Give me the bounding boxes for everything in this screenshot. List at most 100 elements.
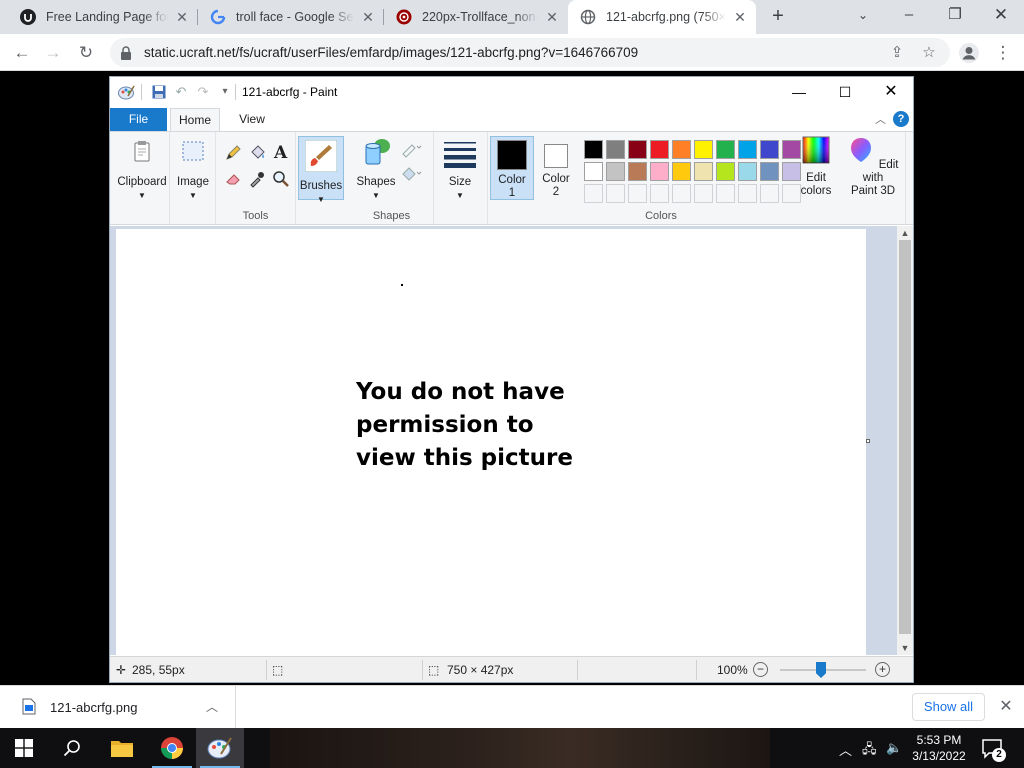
close-shelf-icon[interactable]: ✕ — [996, 697, 1016, 717]
tab-home[interactable]: Home — [170, 108, 220, 131]
palette-swatch[interactable] — [628, 162, 647, 181]
drawing-canvas[interactable]: You do not have permission to view this … — [116, 229, 866, 656]
redo-icon[interactable]: ↷ — [195, 84, 211, 100]
palette-swatch[interactable] — [760, 162, 779, 181]
address-bar[interactable]: static.ucraft.net/fs/ucraft/userFiles/em… — [110, 38, 950, 67]
palette-swatch[interactable] — [716, 162, 735, 181]
palette-custom-slot[interactable] — [738, 184, 757, 203]
tab-file[interactable]: File — [110, 108, 167, 131]
profile-avatar-icon[interactable] — [958, 42, 980, 64]
palette-custom-slot[interactable] — [628, 184, 647, 203]
palette-swatch[interactable] — [584, 140, 603, 159]
palette-custom-slot[interactable] — [694, 184, 713, 203]
magnifier-icon[interactable] — [272, 170, 290, 188]
forward-arrow-icon[interactable]: → — [40, 40, 66, 66]
tab-trollface-wiki[interactable]: 220px-Trollface_non-fre ✕ — [384, 0, 568, 34]
tab-121-abcrfg[interactable]: 121-abcrfg.png (750×4 ✕ — [568, 0, 756, 34]
file-explorer-button[interactable] — [98, 728, 146, 768]
customize-qa-chevron-icon[interactable]: ▾ — [217, 84, 233, 100]
canvas-resize-handle[interactable] — [866, 439, 870, 443]
palette-swatch[interactable] — [672, 140, 691, 159]
tab-close-icon[interactable]: ✕ — [732, 9, 748, 25]
download-menu-chevron-icon[interactable]: ︿ — [206, 698, 218, 715]
shapes-button[interactable]: Shapes ▼ — [354, 136, 398, 202]
palette-swatch[interactable] — [606, 140, 625, 159]
palette-custom-slot[interactable] — [650, 184, 669, 203]
tab-view[interactable]: View — [228, 108, 276, 131]
undo-icon[interactable]: ↶ — [173, 84, 189, 100]
edit-colors-button[interactable]: Edit colors — [798, 136, 834, 198]
palette-swatch[interactable] — [694, 140, 713, 159]
scroll-thumb[interactable] — [899, 240, 911, 634]
pencil-icon[interactable] — [224, 144, 242, 162]
palette-swatch[interactable] — [694, 162, 713, 181]
paint-minimize-icon[interactable]: — — [776, 77, 822, 107]
zoom-out-icon[interactable]: − — [753, 662, 768, 677]
network-icon[interactable]: 🖧 — [862, 740, 877, 762]
browser-menu-icon[interactable]: ⋮ — [990, 40, 1016, 66]
save-icon[interactable] — [151, 84, 167, 100]
size-button[interactable]: Size ▼ — [440, 136, 480, 202]
palette-swatch[interactable] — [650, 162, 669, 181]
volume-icon[interactable]: 🔈 — [886, 740, 902, 756]
palette-swatch[interactable] — [738, 140, 757, 159]
tab-close-icon[interactable]: ✕ — [544, 9, 560, 25]
paint-maximize-icon[interactable]: ☐ — [822, 77, 868, 107]
system-clock[interactable]: 5:53 PM 3/13/2022 — [908, 732, 970, 764]
palette-swatch[interactable] — [584, 162, 603, 181]
chrome-button[interactable] — [148, 728, 196, 768]
back-arrow-icon[interactable]: ← — [9, 40, 35, 66]
palette-swatch[interactable] — [716, 140, 735, 159]
edit-with-paint3d-button[interactable]: Edit with Paint 3D — [847, 136, 899, 198]
paint-close-icon[interactable]: ✕ — [868, 77, 914, 107]
tab-search-chevron-icon[interactable]: ⌄ — [840, 0, 886, 34]
start-button[interactable] — [0, 728, 48, 768]
fill-bucket-icon[interactable] — [248, 144, 266, 162]
palette-swatch[interactable] — [606, 162, 625, 181]
tab-close-icon[interactable]: ✕ — [174, 9, 190, 25]
close-window-icon[interactable]: ✕ — [978, 0, 1024, 34]
eraser-icon[interactable] — [224, 170, 242, 188]
restore-icon[interactable]: ❐ — [932, 0, 978, 34]
new-tab-button[interactable]: + — [766, 5, 790, 29]
palette-swatch[interactable] — [650, 140, 669, 159]
zoom-in-icon[interactable]: + — [875, 662, 890, 677]
show-hidden-icons-chevron-icon[interactable]: ︿ — [839, 740, 852, 759]
minimize-ribbon-chevron-icon[interactable]: ︿ — [875, 111, 886, 127]
clipboard-button[interactable]: Clipboard ▼ — [114, 136, 170, 202]
fill-icon[interactable] — [400, 164, 422, 182]
search-button[interactable] — [48, 728, 96, 768]
tab-free-landing-page[interactable]: Free Landing Page for ✕ — [8, 0, 198, 34]
scroll-down-icon[interactable]: ▼ — [897, 641, 913, 655]
palette-custom-slot[interactable] — [716, 184, 735, 203]
vertical-scrollbar[interactable]: ▲ ▼ — [897, 226, 913, 655]
minimize-icon[interactable]: – — [886, 0, 932, 34]
color-picker-icon[interactable] — [248, 170, 266, 188]
reload-icon[interactable]: ↻ — [73, 40, 99, 66]
brushes-button[interactable]: Brushes ▼ — [298, 136, 344, 204]
text-tool-icon[interactable]: A — [274, 143, 287, 163]
palette-swatch[interactable] — [760, 140, 779, 159]
palette-custom-slot[interactable] — [760, 184, 779, 203]
color1-button[interactable]: Color 1 — [490, 136, 534, 200]
scroll-up-icon[interactable]: ▲ — [897, 226, 913, 240]
paint-taskbar-button[interactable] — [196, 728, 244, 768]
image-button[interactable]: Image ▼ — [174, 136, 212, 202]
palette-custom-slot[interactable] — [672, 184, 691, 203]
download-item[interactable]: 121-abcrfg.png ︿ — [0, 686, 236, 729]
paint-app-icon[interactable] — [118, 84, 135, 100]
help-icon[interactable]: ? — [893, 111, 909, 127]
tab-troll-face-search[interactable]: troll face - Google Sear ✕ — [198, 0, 384, 34]
palette-swatch[interactable] — [672, 162, 691, 181]
share-icon[interactable]: ⇪ — [888, 44, 906, 62]
bookmark-star-icon[interactable]: ☆ — [920, 44, 938, 62]
palette-custom-slot[interactable] — [606, 184, 625, 203]
palette-swatch[interactable] — [738, 162, 757, 181]
zoom-slider-thumb[interactable] — [816, 662, 826, 678]
palette-custom-slot[interactable] — [584, 184, 603, 203]
outline-icon[interactable] — [400, 140, 422, 158]
tab-close-icon[interactable]: ✕ — [360, 9, 376, 25]
palette-swatch[interactable] — [628, 140, 647, 159]
color2-button[interactable]: Color 2 — [536, 136, 576, 199]
show-all-button[interactable]: Show all — [912, 693, 985, 721]
